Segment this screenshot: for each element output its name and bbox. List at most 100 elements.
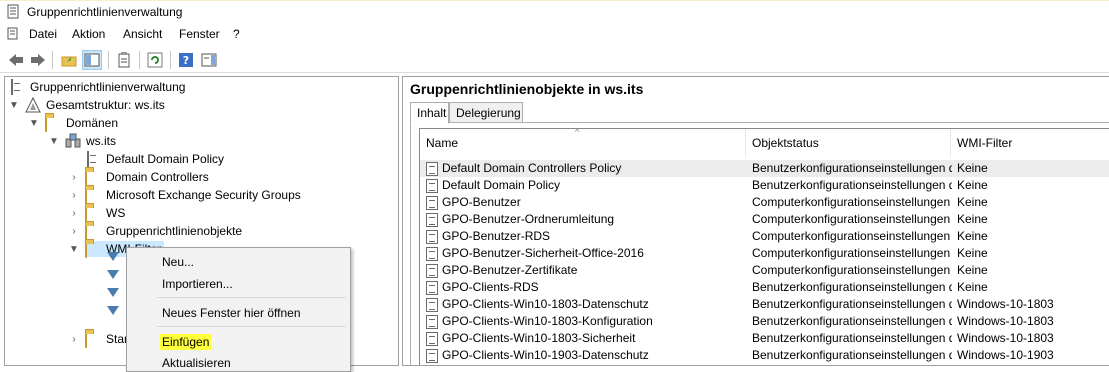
domain-icon: [65, 133, 81, 149]
chevron-right-icon[interactable]: ›: [69, 190, 79, 201]
folder-icon: [45, 115, 61, 132]
refresh-icon[interactable]: [145, 50, 165, 70]
cell-wmi-filter: Keine: [957, 212, 988, 226]
table-row[interactable]: GPO-Clients-Win10-1803-Konfiguration Benu…: [420, 313, 1109, 330]
chevron-down-icon[interactable]: ▼: [29, 118, 39, 129]
table-row[interactable]: GPO-Benutzer-Sicherheit-Office-2016 Compu…: [420, 245, 1109, 262]
cell-wmi-filter: Keine: [957, 246, 988, 260]
gpmc-root-icon: [9, 79, 25, 95]
context-menu: Neu... Importieren... Neues Fenster hier…: [126, 247, 351, 372]
cell-wmi-filter: Keine: [957, 195, 988, 209]
cell-objektstatus: Computerkonfigurationseinstellungen d...: [752, 229, 952, 243]
cell-name: GPO-Clients-Win10-1903-Datenschutz: [442, 348, 649, 362]
gpo-icon: [426, 213, 438, 227]
chevron-down-icon[interactable]: ▼: [49, 136, 59, 147]
cell-wmi-filter: Keine: [957, 178, 988, 192]
properties-icon[interactable]: [114, 50, 134, 70]
gpo-icon: [426, 349, 438, 363]
svg-text:?: ?: [183, 54, 189, 67]
cell-name: GPO-Clients-Win10-1803-Konfiguration: [442, 314, 653, 328]
toolbar-separator: [139, 51, 140, 69]
table-row[interactable]: GPO-Clients-Win10-1803-Datenschutz Benutz…: [420, 296, 1109, 313]
tree-item-starter-gpos[interactable]: › Star: [69, 330, 128, 348]
chevron-right-icon[interactable]: ›: [69, 226, 79, 237]
menu-fenster[interactable]: Fenster: [179, 27, 220, 41]
tree-item-label: WS: [106, 206, 126, 220]
chevron-right-icon[interactable]: ›: [69, 334, 79, 345]
up-folder-icon[interactable]: [59, 50, 79, 70]
menu-item-neu[interactable]: Neu...: [162, 255, 194, 269]
table-row[interactable]: GPO-Benutzer-RDS Computerkonfigurationsei…: [420, 228, 1109, 245]
gpo-icon: [426, 162, 438, 176]
column-header-wmi-filter[interactable]: WMI-Filter: [951, 129, 1109, 157]
cell-objektstatus: Benutzerkonfigurationseinstellungen d...: [752, 348, 952, 362]
menu-ansicht[interactable]: Ansicht: [123, 27, 162, 41]
forward-icon[interactable]: [28, 50, 48, 70]
tree-item-label: Microsoft Exchange Security Groups: [106, 188, 301, 202]
table-row[interactable]: GPO-Benutzer-Ordnerumleitung Computerkonf…: [420, 211, 1109, 228]
cell-name: GPO-Clients-Win10-1803-Sicherheit: [442, 331, 636, 345]
tree-root[interactable]: Gruppenrichtlinienverwaltung: [9, 78, 185, 96]
menu-help[interactable]: ?: [233, 27, 240, 41]
tree-forest[interactable]: ▼ Gesamtstruktur: ws.its: [9, 96, 165, 114]
tab-inhalt[interactable]: Inhalt: [410, 102, 449, 124]
chevron-down-icon[interactable]: ▼: [69, 244, 79, 255]
cell-objektstatus: Computerkonfigurationseinstellungen d...: [752, 246, 952, 260]
chevron-down-icon[interactable]: ▼: [9, 100, 19, 111]
action-pane-icon[interactable]: [199, 50, 219, 70]
table-row[interactable]: GPO-Clients-Win10-1903-Datenschutz Benutz…: [420, 347, 1109, 364]
cell-name: GPO-Benutzer-Zertifikate: [442, 263, 578, 277]
tree-item-exchange-security-groups[interactable]: › Microsoft Exchange Security Groups: [69, 186, 301, 204]
tree-item-label: Default Domain Policy: [106, 152, 225, 166]
menu-item-aktualisieren[interactable]: Aktualisieren: [162, 356, 231, 370]
tree-item-default-domain-policy[interactable]: Default Domain Policy: [85, 150, 224, 168]
tree-item-label: Gruppenrichtlinienobjekte: [106, 224, 243, 238]
show-hide-tree-icon[interactable]: [82, 50, 102, 70]
menu-datei[interactable]: Datei: [29, 27, 57, 41]
cell-objektstatus: Benutzerkonfigurationseinstellungen d...: [752, 314, 952, 328]
cell-objektstatus: Benutzerkonfigurationseinstellungen d...: [752, 280, 952, 294]
cell-name: GPO-Benutzer: [442, 195, 521, 209]
tree-item-label: Star: [106, 332, 129, 346]
table-row[interactable]: Default Domain Policy Benutzerkonfigurati…: [420, 177, 1109, 194]
table-row[interactable]: Default Domain Controllers Policy Benutze…: [420, 160, 1109, 177]
table-row[interactable]: GPO-Clients-Win10-1803-Sicherheit Benutze…: [420, 330, 1109, 347]
gpo-link-icon: [85, 151, 101, 167]
details-pane: Gruppenrichtlinienobjekte in ws.its Inha…: [402, 76, 1109, 366]
cell-wmi-filter: Windows-10-1803: [957, 297, 1054, 311]
menu-item-einfuegen[interactable]: Einfügen: [160, 334, 212, 350]
help-icon[interactable]: ?: [176, 50, 196, 70]
tree-domains[interactable]: ▼ Domänen: [29, 114, 118, 132]
gpo-icon: [426, 332, 438, 346]
chevron-right-icon[interactable]: ›: [69, 208, 79, 219]
tree-item-ws[interactable]: › WS: [69, 204, 125, 222]
table-row[interactable]: GPO-Clients-RDS Benutzerkonfigurationsein…: [420, 279, 1109, 296]
column-label: Name: [426, 136, 459, 150]
column-header-objektstatus[interactable]: Objektstatus: [746, 129, 951, 157]
cell-wmi-filter: Windows-10-1903: [957, 348, 1054, 362]
tree-item-domain-controllers[interactable]: › Domain Controllers: [69, 168, 209, 186]
menu-item-importieren[interactable]: Importieren...: [162, 277, 233, 291]
folder-icon: [85, 223, 101, 240]
table-row[interactable]: GPO-Benutzer Computerkonfigurationseinste…: [420, 194, 1109, 211]
table-row[interactable]: GPO-Benutzer-Zertifikate Computerkonfigur…: [420, 262, 1109, 279]
cell-name: Default Domain Policy: [442, 178, 561, 192]
pane-title: Gruppenrichtlinienobjekte in ws.its: [410, 81, 644, 97]
tree-domain[interactable]: ▼ ws.its: [49, 132, 116, 150]
back-icon[interactable]: [6, 50, 26, 70]
gpo-icon: [426, 281, 438, 295]
window-title: Gruppenrichtlinienverwaltung: [27, 5, 183, 19]
chevron-right-icon[interactable]: ›: [69, 172, 79, 183]
tree-item-gpo-container[interactable]: › Gruppenrichtlinienobjekte: [69, 222, 242, 240]
tab-delegierung[interactable]: Delegierung: [449, 102, 523, 123]
toolbar-separator: [170, 51, 171, 69]
menu-separator: [157, 326, 346, 327]
system-menu-icon[interactable]: [7, 27, 20, 41]
gpo-icon: [426, 247, 438, 261]
cell-objektstatus: Benutzerkonfigurationseinstellungen d...: [752, 297, 952, 311]
menu-aktion[interactable]: Aktion: [72, 27, 105, 41]
column-header-name[interactable]: ^ Name: [420, 129, 746, 157]
gpo-icon: [426, 264, 438, 278]
menu-item-neues-fenster[interactable]: Neues Fenster hier öffnen: [162, 306, 301, 320]
cell-wmi-filter: Keine: [957, 280, 988, 294]
